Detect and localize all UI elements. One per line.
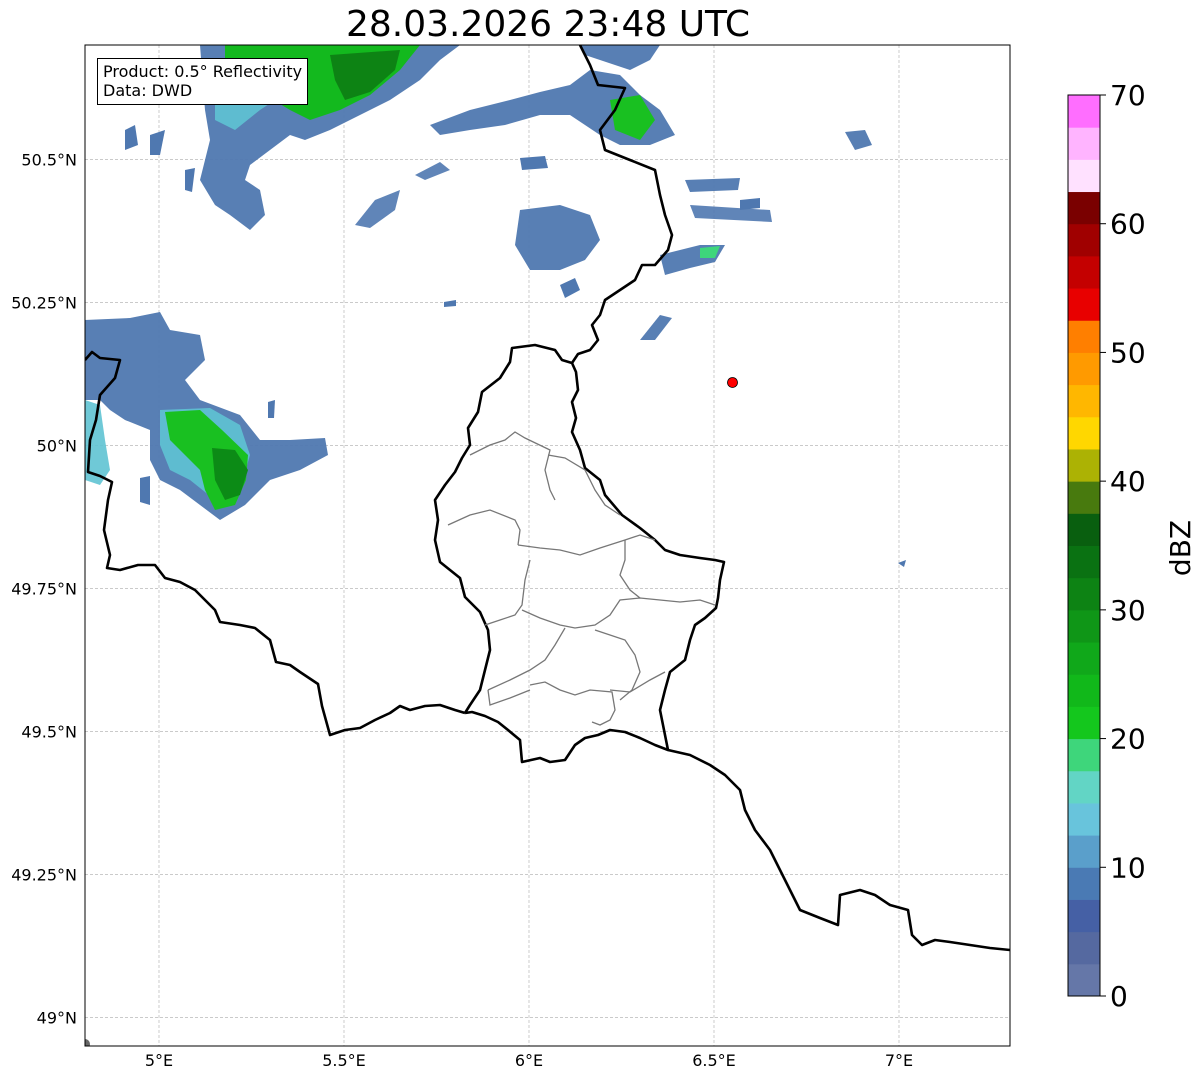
lat-tick-label: 49°N xyxy=(37,1008,77,1027)
lat-tick-label: 49.25°N xyxy=(11,865,77,884)
lon-tick-label: 6°E xyxy=(515,1051,543,1070)
colorbar-segment xyxy=(1068,867,1100,900)
lat-tick-label: 50.5°N xyxy=(21,150,77,169)
colorbar-segment xyxy=(1068,223,1100,257)
colorbar-segment xyxy=(1068,577,1100,611)
colorbar-segment xyxy=(1068,609,1100,643)
lat-tick-label: 50°N xyxy=(37,436,77,455)
colorbar-segment xyxy=(1068,255,1100,289)
colorbar-segment xyxy=(1068,416,1100,450)
colorbar-segment xyxy=(1068,352,1100,386)
lon-tick-label: 5.5°E xyxy=(322,1051,366,1070)
colorbar-tick-label: 30 xyxy=(1110,594,1146,627)
colorbar-tick-label: 70 xyxy=(1110,79,1146,112)
radar-map-figure: 5°E 5.5°E 6°E 6.5°E 7°E 49°N 49.25°N 49.5°N 49.… xyxy=(11,44,1197,1070)
colorbar-segment xyxy=(1068,384,1100,418)
lat-tick-label: 49.75°N xyxy=(11,579,77,598)
colorbar-segment xyxy=(1068,448,1100,482)
latitude-labels: 49°N 49.25°N 49.5°N 49.75°N 50°N 50.25°N 50.5°… xyxy=(11,150,77,1027)
colorbar-segment xyxy=(1068,642,1100,675)
colorbar-segment xyxy=(1068,738,1100,772)
longitude-labels: 5°E 5.5°E 6°E 6.5°E 7°E xyxy=(145,1051,913,1070)
echo-small-5 xyxy=(140,476,150,505)
colorbar-segment xyxy=(1068,963,1100,997)
colorbar-segment xyxy=(1068,545,1100,579)
colorbar-tick-label: 0 xyxy=(1110,980,1128,1013)
lat-tick-label: 50.25°N xyxy=(11,293,77,312)
colorbar-segment xyxy=(1068,674,1100,707)
echo-small-9 xyxy=(520,156,548,170)
colorbar-segment xyxy=(1068,513,1100,546)
colorbar-segment xyxy=(1068,288,1100,321)
data-source-label: Data: DWD xyxy=(103,81,193,100)
colorbar-segment xyxy=(1068,899,1100,933)
colorbar-segment xyxy=(1068,706,1100,740)
colorbar-segment xyxy=(1068,127,1100,160)
colorbar-tick-label: 50 xyxy=(1110,336,1146,369)
echo-east-2 xyxy=(685,178,740,192)
colorbar-segment xyxy=(1068,481,1100,514)
colorbar xyxy=(1067,94,1101,997)
colorbar-segment xyxy=(1068,95,1100,128)
colorbar-segment xyxy=(1068,159,1100,193)
colorbar-tick-label: 60 xyxy=(1110,208,1146,241)
radar-site-marker xyxy=(727,377,738,388)
colorbar-segment xyxy=(1068,802,1100,836)
colorbar-tick-label: 10 xyxy=(1110,851,1146,884)
colorbar-segment xyxy=(1068,770,1100,804)
colorbar-segment xyxy=(1068,320,1100,353)
colorbar-ticks: 0 10 20 30 40 50 60 70 xyxy=(1100,79,1146,1013)
colorbar-tick-label: 40 xyxy=(1110,465,1146,498)
lon-tick-label: 7°E xyxy=(885,1051,913,1070)
colorbar-label: dBZ xyxy=(1164,520,1197,576)
lon-tick-label: 6.5°E xyxy=(692,1051,736,1070)
product-info-box: Product: 0.5° Reflectivity Data: DWD xyxy=(97,58,309,105)
colorbar-segment xyxy=(1068,931,1100,965)
echo-small-4 xyxy=(268,400,275,418)
lon-tick-label: 5°E xyxy=(145,1051,173,1070)
colorbar-segment xyxy=(1068,835,1100,868)
echo-small-10 xyxy=(740,198,760,210)
product-label: Product: 0.5° Reflectivity xyxy=(103,62,303,81)
lat-tick-label: 49.5°N xyxy=(21,722,77,741)
colorbar-tick-label: 20 xyxy=(1110,723,1146,756)
colorbar-segment xyxy=(1068,191,1100,225)
